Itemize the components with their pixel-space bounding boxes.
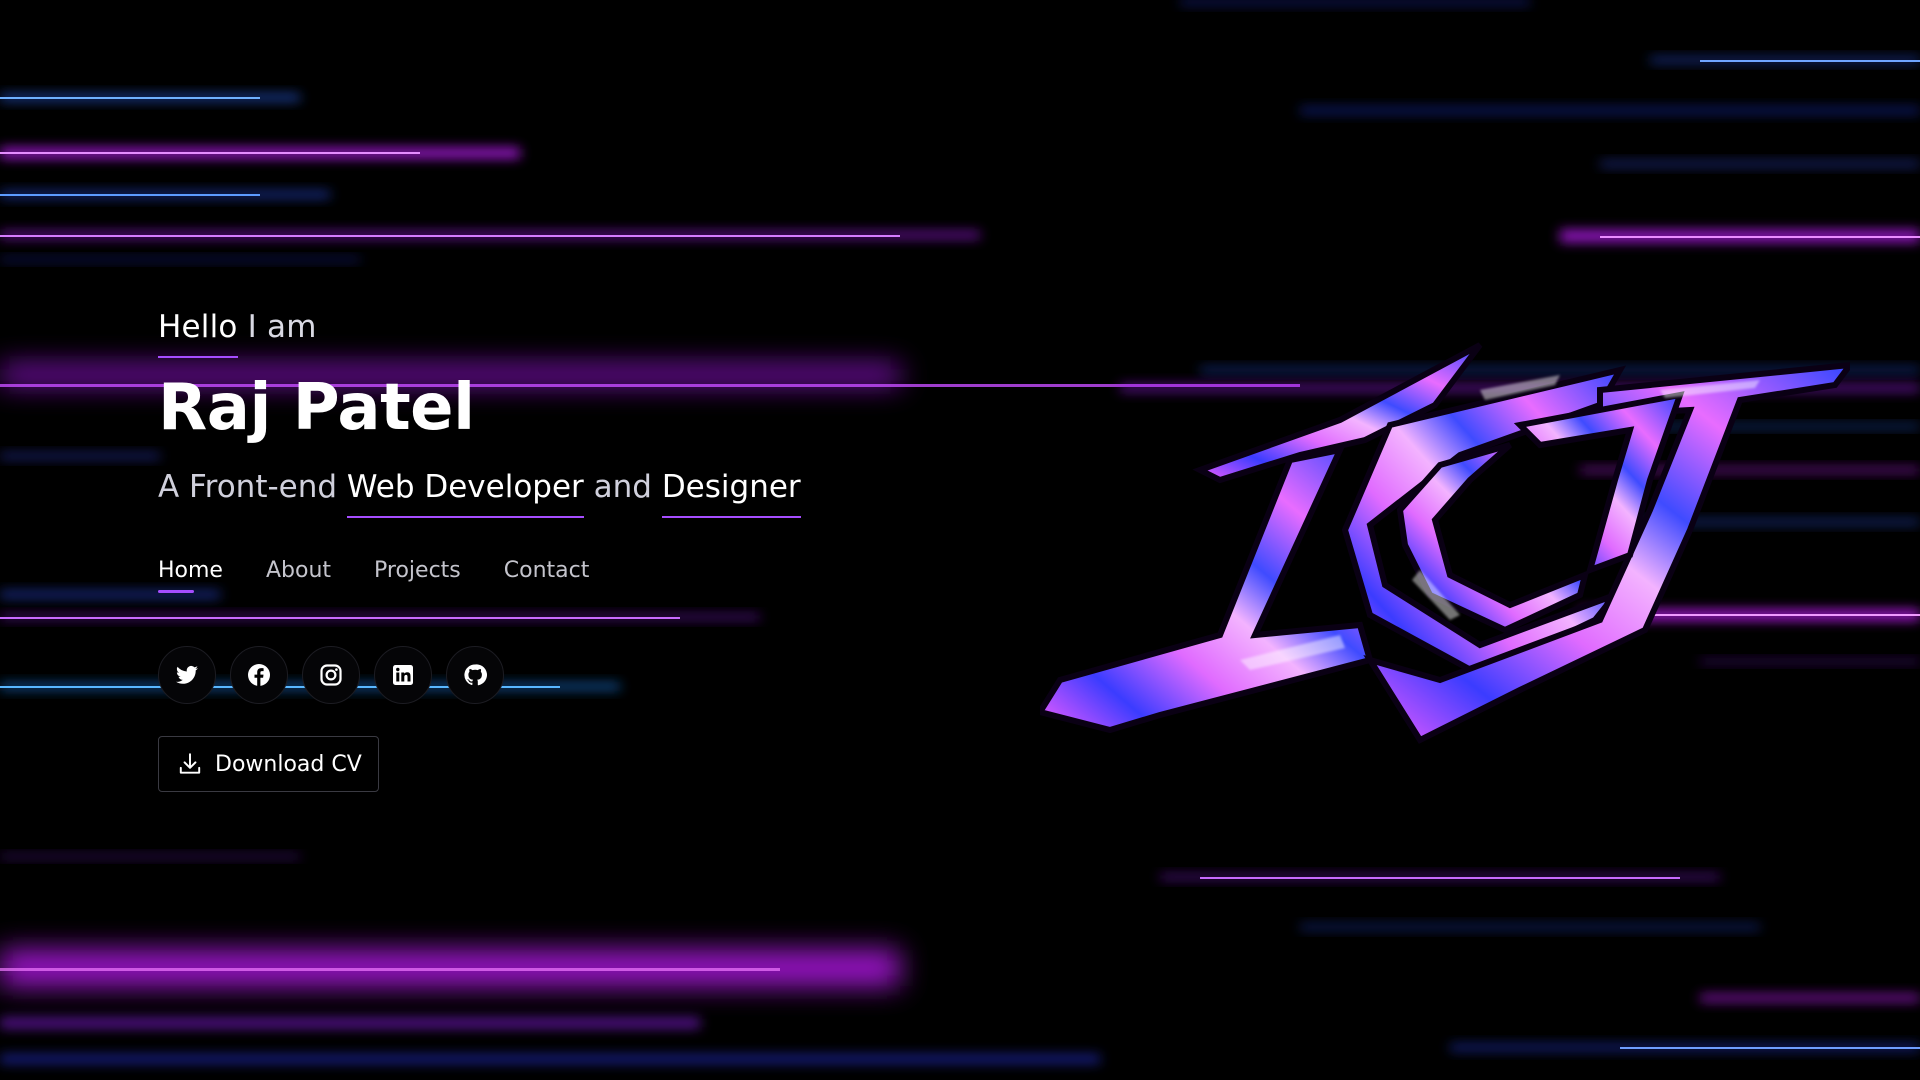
twitter-icon bbox=[176, 665, 198, 684]
rp-monogram-logo bbox=[1040, 342, 1850, 744]
download-icon bbox=[179, 753, 201, 774]
facebook-button[interactable] bbox=[230, 646, 288, 704]
github-icon bbox=[464, 664, 487, 686]
hero-tagline: A Front-end Web Developer and Designer bbox=[158, 464, 918, 518]
linkedin-icon bbox=[393, 665, 413, 685]
download-cv-button[interactable]: Download CV bbox=[158, 736, 379, 792]
nav-item-home[interactable]: Home bbox=[158, 558, 223, 593]
greeting: Hello I am bbox=[158, 304, 918, 358]
greeting-hello: Hello bbox=[158, 304, 238, 358]
linkedin-button[interactable] bbox=[374, 646, 432, 704]
page-root: Hello I am Raj Patel A Front-end Web Dev… bbox=[0, 0, 1920, 1080]
main-nav: Home About Projects Contact bbox=[158, 550, 918, 593]
tagline-role-designer: Designer bbox=[661, 464, 801, 518]
nav-item-contact[interactable]: Contact bbox=[504, 558, 590, 583]
greeting-rest: I am bbox=[237, 309, 317, 345]
twitter-button[interactable] bbox=[158, 646, 216, 704]
nav-item-projects[interactable]: Projects bbox=[374, 558, 461, 583]
tagline-prefix: A Front-end bbox=[158, 469, 347, 505]
nav-item-about[interactable]: About bbox=[266, 558, 331, 583]
hero-section: Hello I am Raj Patel A Front-end Web Dev… bbox=[158, 304, 918, 792]
tagline-mid: and bbox=[583, 469, 662, 505]
social-links bbox=[158, 646, 918, 704]
hero-name: Raj Patel bbox=[158, 371, 475, 445]
github-button[interactable] bbox=[446, 646, 504, 704]
facebook-icon bbox=[248, 664, 270, 686]
tagline-role-web-developer: Web Developer bbox=[346, 464, 584, 518]
instagram-icon bbox=[320, 664, 342, 686]
download-cv-label: Download CV bbox=[215, 751, 362, 777]
instagram-button[interactable] bbox=[302, 646, 360, 704]
